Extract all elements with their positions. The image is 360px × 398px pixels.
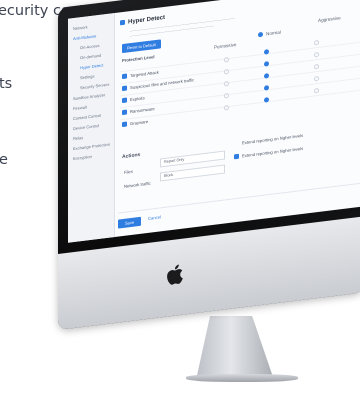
radio-aggressive[interactable] (314, 51, 319, 58)
protection-row[interactable]: Exploits (122, 95, 145, 104)
radio-aggressive[interactable] (314, 87, 319, 94)
section-title-label: Hyper Detect (128, 14, 166, 26)
row-checkbox[interactable] (122, 121, 127, 128)
extend-reporting-checkbox[interactable] (234, 154, 239, 160)
network-action-select[interactable]: Block (160, 164, 225, 182)
protection-level-label: Protection Level (122, 54, 155, 64)
protection-row[interactable]: Grayware (122, 119, 148, 128)
radio-aggressive[interactable] (314, 63, 319, 70)
files-label: Files (124, 168, 133, 175)
row-label: Ransomware (130, 106, 155, 115)
radio-permissive[interactable] (224, 57, 229, 63)
radio-permissive[interactable] (224, 105, 229, 111)
radio-permissive[interactable] (224, 69, 229, 75)
extend-reporting-option[interactable]: Extend reporting on higher levels (234, 146, 303, 160)
row-label: Exploits (130, 95, 145, 103)
network-label: Network traffic (124, 180, 151, 189)
radio-permissive[interactable] (224, 93, 229, 99)
apple-logo-icon (167, 264, 183, 285)
extend-reporting-label-2: Extend reporting on higher levels (242, 145, 304, 159)
reset-default-button[interactable]: Reset to Default (122, 39, 161, 54)
extend-reporting-label-1: Extend reporting on higher levels (242, 132, 304, 146)
description-text-2: ———————————————————————— (130, 23, 214, 39)
imac-mockup: Network Anti-Malware On-Access On-demand Hyp… (0, 0, 360, 398)
row-checkbox[interactable] (122, 97, 127, 104)
cancel-button[interactable]: Cancel (148, 214, 161, 221)
settings-sidebar: Network Anti-Malware On-Access On-demand Hyp… (68, 13, 115, 243)
column-normal: Normal (266, 29, 281, 37)
row-divider (120, 89, 360, 121)
monitor-screen: Network Anti-Malware On-Access On-demand Hyp… (68, 0, 360, 243)
radio-aggressive[interactable] (314, 75, 319, 82)
row-checkbox[interactable] (122, 109, 127, 116)
imac-stand-base (186, 374, 298, 382)
row-label: Targeted Attack (130, 69, 159, 79)
enable-checkbox[interactable] (120, 19, 125, 26)
save-button[interactable]: Save (118, 216, 142, 229)
radio-normal-header[interactable] (258, 31, 263, 38)
row-checkbox[interactable] (122, 85, 127, 92)
radio-aggressive[interactable] (314, 39, 319, 46)
monitor-bezel: Network Anti-Malware On-Access On-demand Hyp… (58, 0, 360, 331)
actions-label: Actions (122, 151, 141, 161)
policy-panel: Hyper Detect ———————————————————————————… (118, 0, 360, 238)
row-label: Grayware (130, 118, 149, 127)
imac-stand (196, 316, 274, 380)
radio-permissive[interactable] (224, 81, 229, 87)
column-aggressive: Aggressive (318, 15, 341, 24)
row-checkbox[interactable] (122, 73, 127, 80)
column-permissive: Permissive (214, 42, 237, 50)
